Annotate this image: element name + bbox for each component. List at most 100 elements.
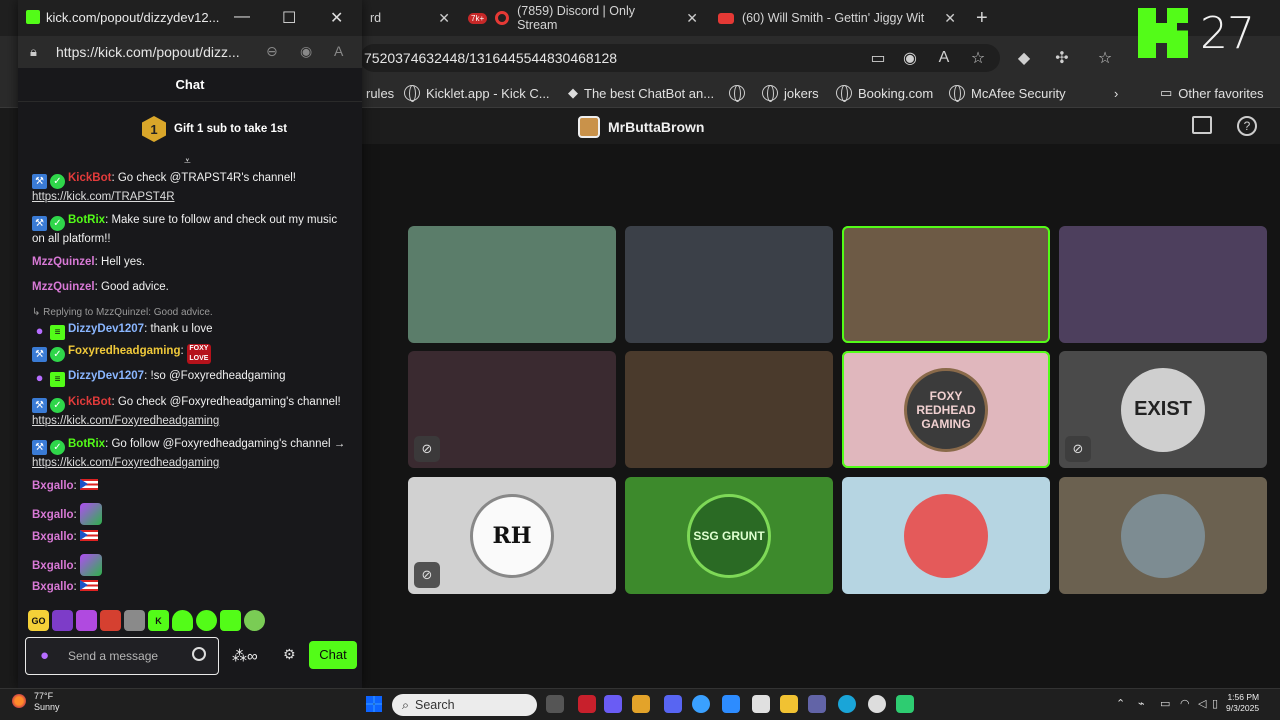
puzzle-icon[interactable]: ✣ (1050, 46, 1074, 70)
emoji-icon[interactable] (192, 647, 206, 661)
emote-icon[interactable] (220, 610, 241, 631)
settings-icon[interactable] (868, 695, 886, 713)
emote-smile-icon[interactable] (196, 610, 217, 631)
video-tile[interactable] (842, 477, 1050, 594)
gear-icon[interactable]: ⚙ (283, 646, 296, 663)
video-tile[interactable]: RH ⊘ (408, 477, 616, 594)
minimize-icon[interactable]: — (234, 8, 250, 26)
tab-youtube[interactable]: (60) Will Smith - Gettin' Jiggy Wit ✕ (710, 4, 964, 32)
app-icon[interactable] (578, 695, 596, 713)
video-tile[interactable] (1059, 226, 1267, 343)
emote-kick-icon[interactable]: K (148, 610, 169, 631)
read-aloud-icon[interactable]: A (334, 43, 343, 59)
bookmark-other-favorites[interactable]: ▭ Other favorites (1160, 83, 1264, 103)
chat-username[interactable]: Bxgallo (32, 531, 74, 543)
start-icon[interactable] (366, 696, 382, 712)
video-tile[interactable] (842, 226, 1050, 343)
extension-icon[interactable]: ◆ (1012, 46, 1036, 70)
new-tab-button[interactable]: + (968, 4, 992, 32)
app-icon[interactable] (896, 695, 914, 713)
emote-letsgo-icon[interactable]: GO (28, 610, 49, 631)
chevron-right-icon[interactable]: › (1114, 83, 1118, 103)
video-tile[interactable] (1059, 477, 1267, 594)
tab-discord[interactable]: 7k+ (7859) Discord | Only Stream ✕ (460, 4, 706, 32)
emote-skull-icon[interactable] (244, 610, 265, 631)
camera-icon[interactable]: ▭ (866, 46, 890, 70)
video-tile[interactable]: ⊘ (408, 351, 616, 468)
chevron-up-icon[interactable]: ⌃ (1116, 697, 1125, 710)
volume-icon[interactable]: ◁ (1198, 697, 1206, 710)
wifi-icon[interactable]: ◠ (1180, 697, 1190, 710)
chat-username[interactable]: DizzyDev1207 (68, 370, 144, 382)
chat-username[interactable]: Bxgallo (32, 581, 74, 593)
send-chat-button[interactable]: Chat (309, 641, 357, 669)
favorite-star-icon[interactable]: ☆ (966, 46, 990, 70)
maximize-icon[interactable]: ☐ (282, 8, 296, 28)
battery-icon[interactable]: ▯ (1212, 697, 1218, 710)
zoom-app-icon[interactable] (722, 695, 740, 713)
taskbar-search[interactable]: ⌕ Search (392, 694, 537, 716)
chat-username[interactable]: Bxgallo (32, 509, 74, 521)
app-icon[interactable] (632, 695, 650, 713)
chat-username[interactable]: Foxyredheadgaming (68, 345, 180, 357)
help-icon[interactable]: ? (1237, 116, 1257, 136)
network-icon[interactable]: ⌁ (1138, 697, 1145, 710)
chat-username[interactable]: KickBot (68, 172, 111, 184)
video-tile[interactable]: SSG GRUNT (625, 477, 833, 594)
video-tile[interactable] (625, 351, 833, 468)
app-tray-icon[interactable]: ▭ (1160, 697, 1170, 710)
chat-username[interactable]: MzzQuinzel (32, 281, 95, 293)
chat-username[interactable]: BotRix (68, 438, 105, 450)
chat-username[interactable]: BotRix (68, 214, 105, 226)
chat-link[interactable]: https://kick.com/TRAPST4R (32, 191, 175, 203)
tab-dashboard[interactable]: rd ✕ (362, 4, 458, 32)
microphone-icon[interactable]: ● (40, 647, 49, 664)
app-icon[interactable] (692, 695, 710, 713)
task-view-icon[interactable] (546, 695, 564, 713)
app-icon[interactable] (604, 695, 622, 713)
chat-username[interactable]: Bxgallo (32, 560, 74, 572)
video-tile[interactable] (625, 226, 833, 343)
tracking-prevention-icon[interactable]: ◉ (898, 46, 922, 70)
clock[interactable]: 1:56 PM 9/3/2025 (1226, 692, 1259, 714)
chat-username[interactable]: MzzQuinzel (32, 256, 95, 268)
bookmark-chatbot[interactable]: ◆ The best ChatBot an... (568, 83, 714, 103)
teams-icon[interactable] (808, 695, 826, 713)
emote-icon[interactable] (100, 610, 121, 631)
bookmark-booking[interactable]: Booking.com (836, 83, 933, 103)
folder-icon[interactable] (780, 695, 798, 713)
bookmark-globe[interactable] (729, 83, 745, 103)
screen-share-icon[interactable] (1192, 116, 1212, 134)
close-icon[interactable]: ✕ (686, 10, 698, 27)
chat-username[interactable]: Bxgallo (32, 480, 74, 492)
close-icon[interactable]: ✕ (438, 10, 450, 27)
video-tile[interactable]: FOXY REDHEAD GAMING (842, 351, 1050, 468)
chat-input[interactable]: ● Send a message (25, 637, 219, 675)
popout-url[interactable]: https://kick.com/popout/dizz... (56, 44, 240, 60)
edge-icon[interactable] (838, 695, 856, 713)
tracking-prevention-icon[interactable]: ◉ (300, 43, 312, 60)
app-icon[interactable] (752, 695, 770, 713)
close-icon[interactable]: ✕ (944, 10, 956, 27)
video-tile[interactable] (408, 226, 616, 343)
zoom-icon[interactable]: ⊖ (266, 43, 278, 60)
chat-username[interactable]: KickBot (68, 396, 111, 408)
app-icon[interactable] (664, 695, 682, 713)
emote-ghost-icon[interactable] (172, 610, 193, 631)
video-tile[interactable]: EXIST ⊘ (1059, 351, 1267, 468)
chat-username[interactable]: DizzyDev1207 (68, 323, 144, 335)
pinned-collapse-icon[interactable]: ⩡ (184, 154, 191, 169)
read-aloud-icon[interactable]: A (932, 46, 956, 70)
favorites-icon[interactable]: ☆ (1093, 46, 1117, 70)
emote-icon[interactable] (76, 610, 97, 631)
bookmark-kicklet[interactable]: Kicklet.app - Kick C... (404, 83, 550, 103)
emote-icon[interactable] (52, 610, 73, 631)
bookmark-rules[interactable]: rules (366, 83, 394, 103)
bookmark-jokers[interactable]: jokers (762, 83, 819, 103)
gift-leaderboard[interactable]: 1 Gift 1 sub to take 1st (18, 102, 362, 158)
bookmark-mcafee[interactable]: McAfee Security (949, 83, 1066, 103)
chat-link[interactable]: https://kick.com/Foxyredheadgaming (32, 457, 219, 469)
close-icon[interactable]: ✕ (330, 8, 343, 28)
channel-points-icon[interactable]: ⁂∞ (232, 647, 258, 665)
chat-link[interactable]: https://kick.com/Foxyredheadgaming (32, 415, 219, 427)
